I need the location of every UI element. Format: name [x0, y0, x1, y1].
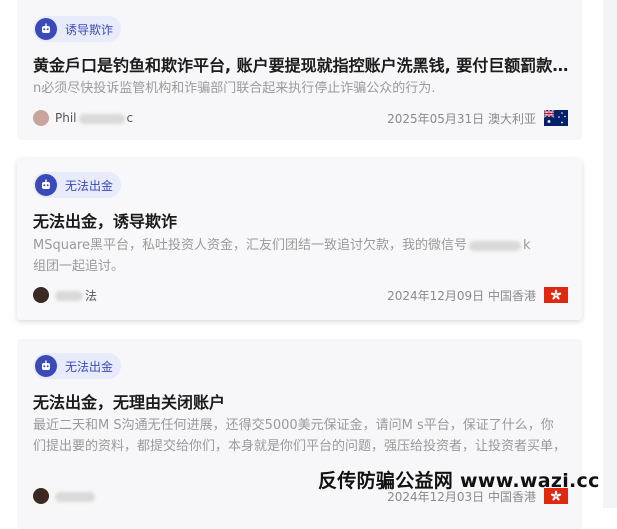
australia-flag-icon	[544, 110, 568, 126]
post-excerpt: n必须尽快投诉监管机构和诈骗部门联合起来执行停止诈骗公众的行为.	[33, 81, 436, 96]
robot-shield-icon	[35, 174, 57, 196]
author-name[interactable]: Phil c	[55, 111, 133, 125]
hong-kong-flag-icon	[544, 287, 568, 303]
avatar[interactable]	[33, 488, 49, 504]
robot-shield-icon	[35, 355, 57, 377]
complaint-card[interactable]: 诱导欺诈 黄金戶口是钓鱼和欺诈平台, 账户要提现就指控账户洗黑钱, 要付巨额罰款…	[17, 0, 582, 140]
avatar[interactable]	[33, 287, 49, 303]
author-name[interactable]	[55, 489, 95, 503]
post-date-region: 2024年12月09日 中国香港	[387, 288, 536, 303]
watermark-text: 反传防骗公益网 www.wazi.cc	[318, 470, 600, 492]
post-excerpt: 最近二天和M S沟通无任何进展，还得交5000美元保证金，请问M s平台，保证了…	[33, 418, 567, 454]
category-tag[interactable]: 诱导欺诈	[33, 16, 122, 42]
tag-label: 无法出金	[65, 359, 114, 374]
post-excerpt: MSquare黑平台，私吐投资人资金，汇友们团结一致追讨欠款，我的微信号 k 组团…	[33, 238, 531, 274]
post-date-region: 2025年05月31日 澳大利亚	[387, 111, 536, 126]
tag-label: 诱导欺诈	[65, 22, 114, 37]
robot-shield-icon	[35, 18, 57, 40]
complaint-card[interactable]: 无法出金 无法出金，无理由关闭账户 最近二天和M S沟通无任何进展，还得交500…	[17, 339, 582, 529]
post-meta: 法 2024年12月09日 中国香港	[33, 286, 568, 304]
avatar[interactable]	[33, 110, 49, 126]
tag-label: 无法出金	[65, 178, 114, 193]
post-meta: Phil c 2025年05月31日 澳大利亚	[33, 109, 568, 127]
post-title[interactable]: 黄金戶口是钓鱼和欺诈平台, 账户要提现就指控账户洗黑钱, 要付巨额罰款....	[33, 52, 570, 76]
post-title[interactable]: 无法出金，诱导欺诈	[33, 208, 570, 232]
post-title[interactable]: 无法出金，无理由关闭账户	[33, 389, 570, 413]
scroll-gutter	[603, 0, 617, 508]
complaint-card[interactable]: 无法出金 无法出金，诱导欺诈 MSquare黑平台，私吐投资人资金，汇友们团结一…	[17, 158, 582, 320]
author-name[interactable]: 法	[55, 287, 97, 304]
category-tag[interactable]: 无法出金	[33, 172, 122, 198]
category-tag[interactable]: 无法出金	[33, 353, 122, 379]
